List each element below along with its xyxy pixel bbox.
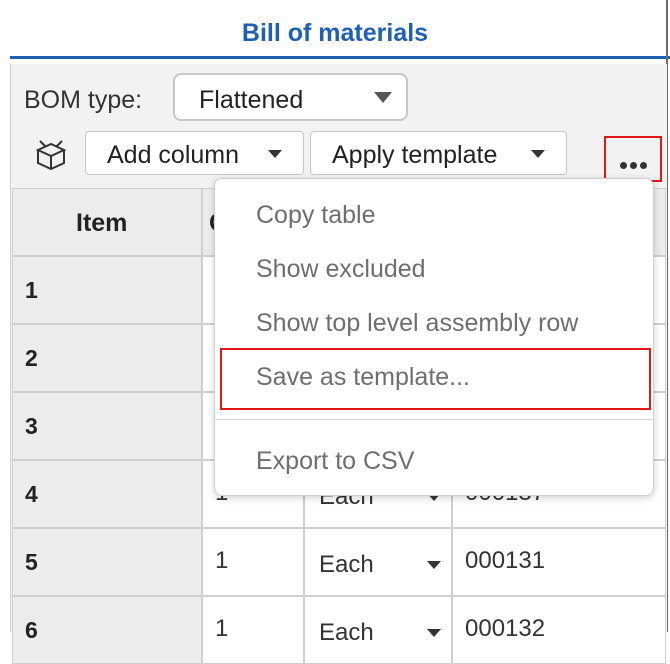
- menu-item-show-excluded[interactable]: Show excluded: [256, 255, 426, 284]
- part-number-cell[interactable]: 000131: [452, 528, 666, 596]
- bom-type-label: BOM type:: [24, 86, 143, 114]
- menu-item-export-to-csv[interactable]: Export to CSV: [256, 447, 414, 476]
- table-row[interactable]: 4: [12, 460, 202, 528]
- table-row[interactable]: 2: [12, 324, 202, 392]
- table-row[interactable]: 1: [12, 256, 202, 324]
- chevron-down-icon: [374, 92, 392, 103]
- unit-select[interactable]: Each: [304, 596, 452, 664]
- chevron-down-icon: [427, 629, 441, 637]
- more-horizontal-icon: [620, 156, 650, 174]
- title-underline: [10, 56, 670, 59]
- add-column-button[interactable]: Add column: [85, 131, 304, 175]
- chevron-down-icon: [268, 150, 282, 158]
- more-options-menu: Copy table Show excluded Show top level …: [214, 178, 654, 496]
- menu-item-copy-table[interactable]: Copy table: [256, 201, 376, 230]
- menu-item-show-top-level-assembly-row[interactable]: Show top level assembly row: [256, 309, 578, 338]
- unit-select[interactable]: Each: [304, 528, 452, 596]
- panel-title: Bill of materials: [241, 19, 429, 47]
- quantity-cell[interactable]: 1: [202, 528, 304, 596]
- more-options-button[interactable]: [604, 136, 662, 182]
- menu-divider: [215, 419, 653, 420]
- column-header-item[interactable]: Item: [12, 188, 202, 256]
- highlight-box: [220, 348, 651, 410]
- apply-template-label: Apply template: [332, 141, 498, 169]
- bom-type-value: Flattened: [199, 86, 304, 114]
- table-row[interactable]: 5: [12, 528, 202, 596]
- bom-type-select[interactable]: Flattened: [173, 73, 408, 121]
- chevron-down-icon: [427, 561, 441, 569]
- table-row[interactable]: 6: [12, 596, 202, 664]
- chevron-down-icon: [531, 150, 545, 158]
- export-box-icon[interactable]: [32, 136, 70, 174]
- add-column-label: Add column: [107, 141, 240, 169]
- apply-template-button[interactable]: Apply template: [310, 131, 567, 175]
- quantity-cell[interactable]: 1: [202, 596, 304, 664]
- table-row[interactable]: 3: [12, 392, 202, 460]
- part-number-cell[interactable]: 000132: [452, 596, 666, 664]
